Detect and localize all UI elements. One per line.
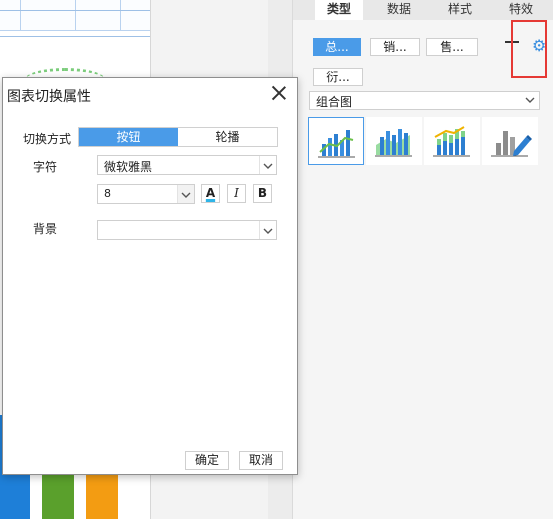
- switch-mode-carousel[interactable]: 轮播: [178, 128, 277, 146]
- tab-type[interactable]: 类型: [315, 0, 363, 20]
- tab-data[interactable]: 数据: [375, 0, 423, 20]
- font-family-value: 微软雅黑: [104, 160, 153, 174]
- chart-switch-properties-dialog: 图表切换属性 切换方式 按钮 轮播 字符 微软雅黑 8 A I B 背景 确定 …: [2, 77, 298, 475]
- series-chip-sales[interactable]: 销...: [370, 38, 420, 56]
- grid-line: [0, 36, 150, 37]
- chart-type-value: 组合图: [316, 95, 353, 109]
- background-label: 背景: [33, 222, 58, 236]
- switch-mode-toggle: 按钮 轮播: [78, 127, 278, 147]
- property-tabs: 类型 数据 样式 特效: [293, 0, 553, 20]
- tab-style[interactable]: 样式: [436, 0, 484, 20]
- font-size-value: 8: [104, 187, 111, 200]
- font-color-button[interactable]: A: [201, 184, 220, 203]
- chevron-down-icon: [259, 221, 276, 239]
- chart-property-panel: 类型 数据 样式 特效 总... 销... 售... 衍... ⚙ 组合图: [292, 0, 553, 519]
- chart-bar: [86, 475, 118, 519]
- chart-bar: [42, 475, 74, 519]
- switch-mode-button[interactable]: 按钮: [79, 128, 178, 146]
- series-chip-derived[interactable]: 衍...: [313, 68, 363, 86]
- highlight-box: [511, 20, 547, 78]
- chevron-down-icon: [259, 156, 276, 174]
- grid-line: [20, 0, 21, 30]
- cancel-button[interactable]: 取消: [239, 451, 283, 470]
- chart-type-select[interactable]: 组合图: [309, 91, 540, 110]
- series-chip-total[interactable]: 总...: [313, 38, 361, 56]
- bold-icon: B: [257, 186, 268, 200]
- bold-button[interactable]: B: [253, 184, 272, 203]
- chevron-down-icon: [525, 97, 535, 103]
- grid-line: [75, 0, 76, 30]
- dialog-title: 图表切换属性: [7, 89, 91, 105]
- font-family-select[interactable]: 微软雅黑: [97, 155, 277, 175]
- ok-button[interactable]: 确定: [185, 451, 229, 470]
- font-color-icon: A: [205, 186, 216, 200]
- close-icon[interactable]: [271, 85, 287, 101]
- font-label: 字符: [33, 160, 58, 174]
- background-select[interactable]: [97, 220, 277, 240]
- sheet-grid-header: [0, 0, 150, 31]
- italic-button[interactable]: I: [227, 184, 246, 203]
- combo-bar-line-icon[interactable]: [308, 117, 364, 165]
- switch-mode-label: 切换方式: [23, 132, 72, 146]
- italic-icon: I: [234, 186, 239, 200]
- tab-effects[interactable]: 特效: [497, 0, 545, 20]
- series-chip-sold[interactable]: 售...: [426, 38, 478, 56]
- combo-bar-area-icon[interactable]: [366, 117, 422, 165]
- custom-chart-edit-icon[interactable]: [482, 117, 538, 165]
- font-size-select[interactable]: 8: [97, 184, 195, 204]
- chevron-down-icon: [177, 185, 194, 203]
- grid-line: [120, 0, 121, 30]
- stacked-bar-line-icon[interactable]: [424, 117, 480, 165]
- grid-line: [0, 10, 150, 11]
